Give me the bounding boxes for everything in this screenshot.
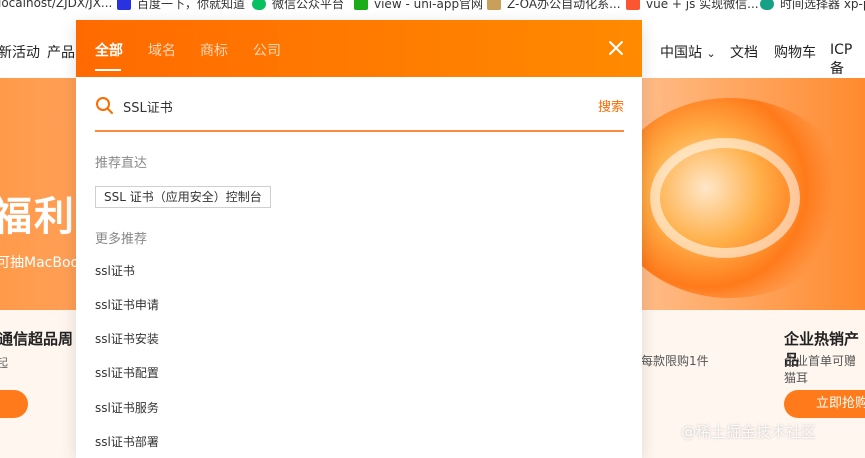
card-left-subtitle: 起 <box>0 356 9 370</box>
bookmark-label: 百度一下，你就知道 <box>137 0 246 11</box>
quick-link-ssl-console[interactable]: SSL 证书（应用安全）控制台 <box>95 186 271 208</box>
nav-item-docs[interactable]: 文档 <box>730 42 758 62</box>
buy-now-button[interactable]: 立即抢购 <box>784 390 865 418</box>
bookmark-label: vue + js 实现微信... <box>646 0 759 11</box>
close-icon[interactable] <box>607 39 625 57</box>
uniapp-icon <box>354 0 368 10</box>
suggestion-item[interactable]: ssl证书服务 <box>95 399 159 416</box>
banner-ring-decoration <box>650 138 800 258</box>
bookmark-label: localhost/ZJDX/JX... <box>0 0 113 10</box>
banner-title: 福利 <box>0 194 76 240</box>
csdn-icon <box>626 0 640 10</box>
search-icon <box>96 97 113 114</box>
search-button[interactable]: 搜索 <box>598 96 624 115</box>
chevron-down-icon: ⌄ <box>706 47 716 60</box>
search-bar: 搜索 <box>95 94 624 132</box>
bookmark-baidu[interactable]: 百度一下，你就知道 <box>117 0 245 10</box>
active-tab-indicator <box>95 69 121 71</box>
search-tabs-header: 全部 域名 商标 公司 <box>76 20 642 77</box>
banner-subtitle: 可抽MacBoo <box>0 255 80 271</box>
nav-item-region[interactable]: 中国站 ⌄ <box>660 42 716 62</box>
card-left-title: 通信超品周 <box>0 330 74 348</box>
nav-item-cart[interactable]: 购物车 <box>774 42 816 62</box>
suggestion-item[interactable]: ssl证书申请 <box>95 296 159 313</box>
wechat-icon <box>252 0 266 10</box>
zoa-icon <box>487 0 501 10</box>
search-overlay: 全部 域名 商标 公司 搜索 推荐直达 SSL 证书（应用安全）控制台 更多推荐… <box>76 20 642 458</box>
tab-company[interactable]: 公司 <box>253 40 281 60</box>
suggestion-item[interactable]: ssl证书配置 <box>95 364 159 381</box>
baidu-paw-icon <box>117 0 131 10</box>
bookmarks-bar: localhost/ZJDX/JX... 百度一下，你就知道 微信公众平台 vi… <box>0 0 865 14</box>
suggestion-item[interactable]: ssl证书部署 <box>95 433 159 450</box>
watermark: @稀土掘金技术社区 <box>681 423 817 441</box>
region-label: 中国站 <box>660 45 702 61</box>
suggestion-item[interactable]: ssl证书 <box>95 262 135 279</box>
nav-item-products[interactable]: 产品 <box>47 42 75 62</box>
bookmark-zoa[interactable]: Z-OA办公自动化系... <box>487 0 621 10</box>
bookmark-label: 微信公众平台 <box>272 0 345 11</box>
plugin-icon <box>760 0 774 10</box>
nav-item-icp[interactable]: ICP备 <box>830 42 865 78</box>
bookmark-label: 时间选择器 xp-pi <box>780 0 865 11</box>
bookmark-uniapp[interactable]: view - uni-app官网 <box>354 0 483 10</box>
bookmark-label: Z-OA办公自动化系... <box>507 0 621 11</box>
bookmark-csdn[interactable]: vue + js 实现微信... <box>626 0 759 10</box>
bookmark-timepicker[interactable]: 时间选择器 xp-pi <box>760 0 865 10</box>
bookmark-localhost[interactable]: localhost/ZJDX/JX... <box>0 0 113 10</box>
card-right-subtitle: 企业首单可赠猫耳 <box>784 354 857 385</box>
tab-all[interactable]: 全部 <box>95 40 123 60</box>
bookmark-wechat[interactable]: 微信公众平台 <box>252 0 344 10</box>
tab-domain[interactable]: 域名 <box>148 40 176 60</box>
suggestion-item[interactable]: ssl证书安装 <box>95 330 159 347</box>
tab-trademark[interactable]: 商标 <box>200 40 228 60</box>
card-left-button[interactable] <box>0 390 28 418</box>
more-recommend-label: 更多推荐 <box>95 232 148 247</box>
recommend-label: 推荐直达 <box>95 156 148 171</box>
search-input[interactable] <box>123 94 563 118</box>
nav-item-new-activity[interactable]: 新活动 <box>0 42 40 62</box>
bookmark-label: view - uni-app官网 <box>374 0 484 11</box>
